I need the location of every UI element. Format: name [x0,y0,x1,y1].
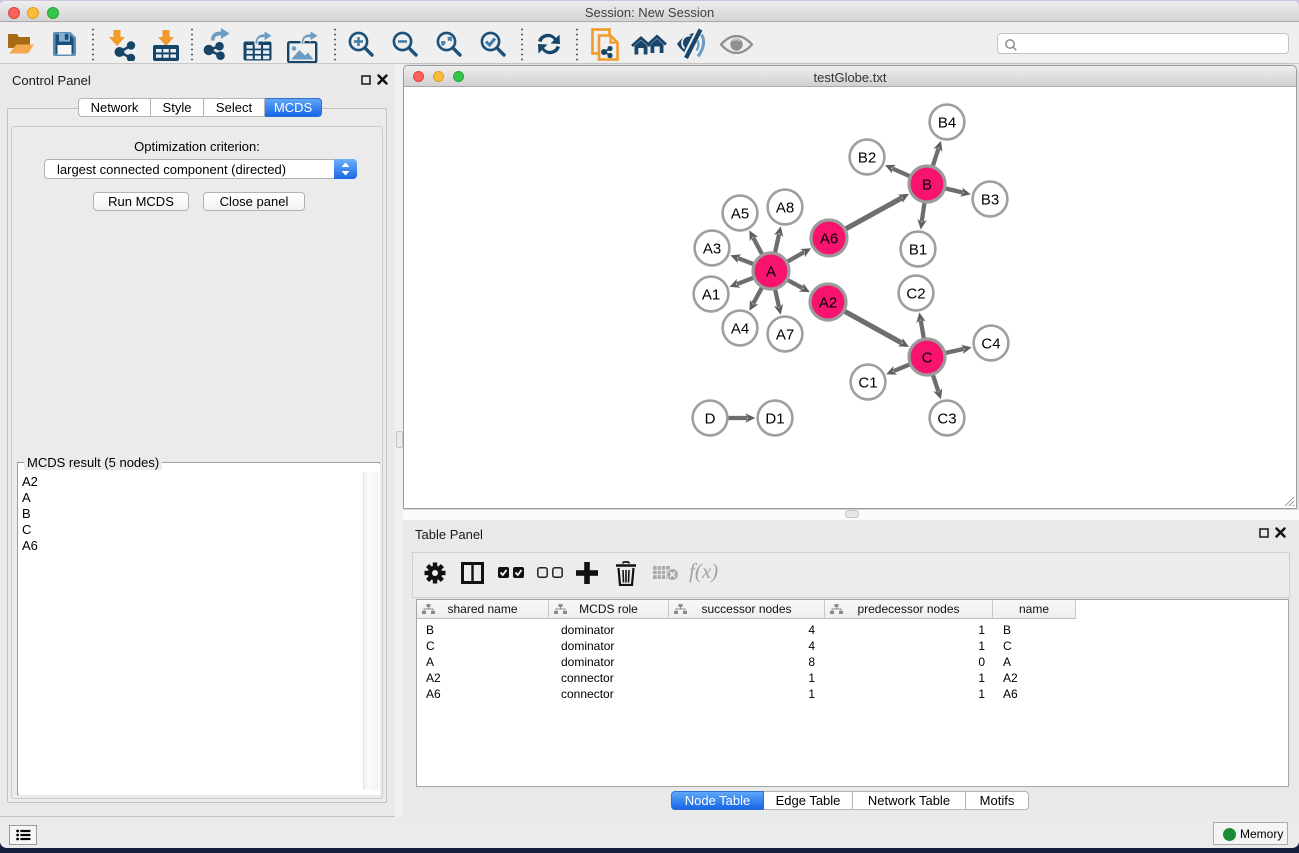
svg-text:C1: C1 [858,374,877,391]
svg-text:B: B [922,176,932,193]
svg-text:A8: A8 [776,199,794,216]
svg-text:B2: B2 [858,149,876,166]
svg-text:A3: A3 [703,240,721,257]
svg-text:C2: C2 [906,285,925,302]
svg-text:D: D [705,410,716,427]
svg-text:A6: A6 [820,230,838,247]
svg-text:B4: B4 [938,114,956,131]
svg-text:A2: A2 [819,294,837,311]
svg-text:D1: D1 [765,410,784,427]
svg-text:B1: B1 [909,241,927,258]
svg-text:A4: A4 [731,320,749,337]
svg-text:B3: B3 [981,191,999,208]
svg-text:C: C [922,349,933,366]
svg-text:A5: A5 [731,205,749,222]
svg-text:A7: A7 [776,326,794,343]
svg-text:C4: C4 [981,335,1000,352]
svg-text:A: A [766,263,776,280]
svg-text:A1: A1 [702,286,720,303]
svg-text:C3: C3 [937,410,956,427]
